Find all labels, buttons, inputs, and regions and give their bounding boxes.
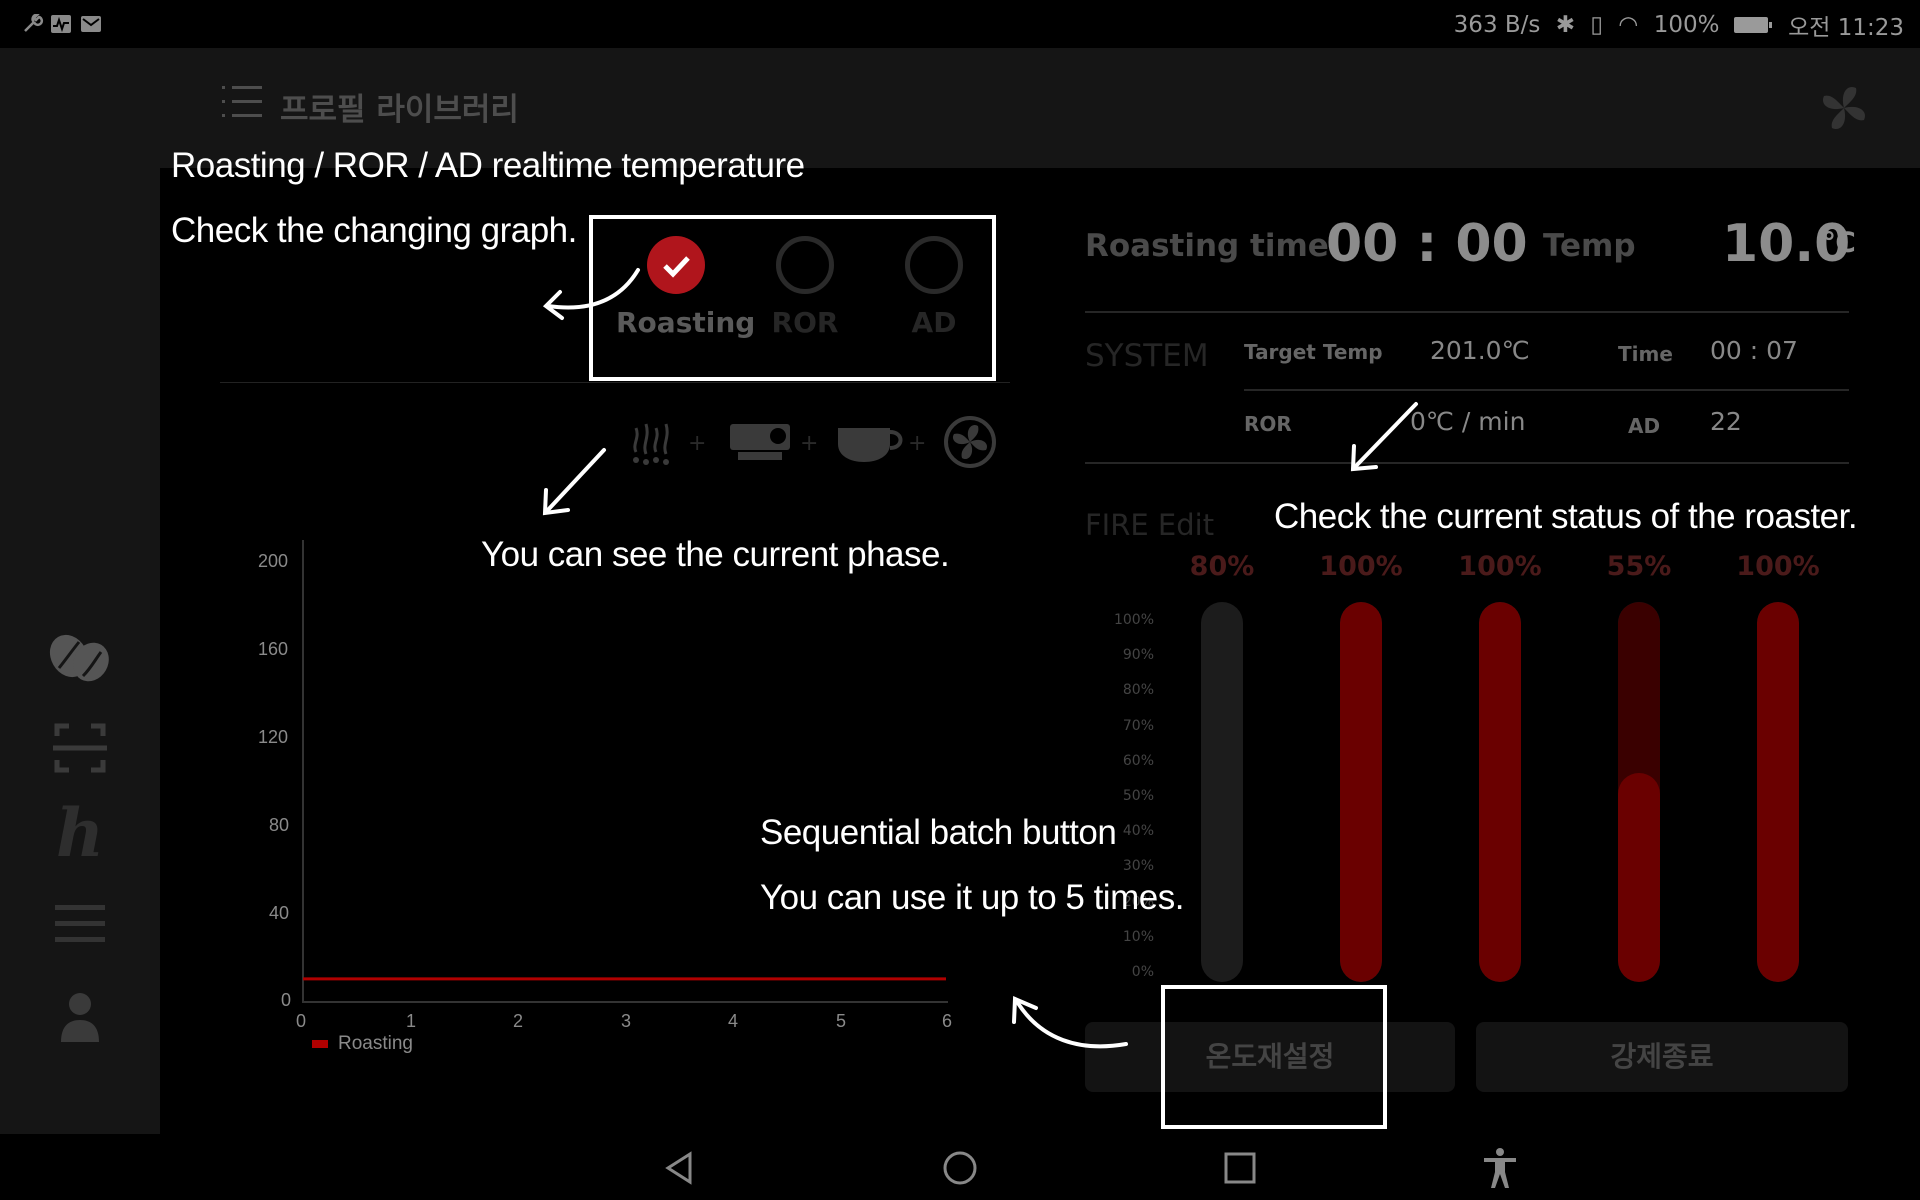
annotation-batch-line2: You can use it up to 5 times. [760, 878, 1184, 917]
fire-scale-label: 90% [1122, 647, 1154, 664]
back-icon[interactable] [658, 1146, 702, 1190]
roasting-time-value: 00 : 00 [1326, 214, 1528, 274]
fire-bar[interactable] [1201, 602, 1243, 982]
recents-icon[interactable] [1218, 1146, 1262, 1190]
system-label: SYSTEM [1085, 338, 1209, 374]
fire-bar-label: 80% [1189, 551, 1255, 582]
divider [1244, 389, 1849, 391]
legend-label: Roasting [338, 1033, 413, 1054]
roasting-time-label: Roasting time [1085, 228, 1329, 264]
fire-scale-label: 10% [1122, 928, 1154, 945]
annotation-batch-line1: Sequential batch button [760, 813, 1117, 852]
fire-bar-fill [1340, 602, 1382, 982]
target-temp-value: 201.0℃ [1430, 336, 1530, 365]
ror-value: 0℃ / min [1410, 407, 1526, 436]
force-stop-button[interactable]: 강제종료 [1476, 1022, 1848, 1092]
ad-value: 22 [1710, 407, 1742, 436]
annotation-status: Check the current status of the roaster. [1274, 497, 1858, 536]
fire-bar[interactable] [1340, 602, 1382, 982]
annotation-graph-line1: Roasting / ROR / AD realtime temperature [171, 146, 805, 185]
divider [1085, 311, 1849, 313]
temp-label: Temp [1543, 228, 1636, 264]
fire-scale-label: 80% [1122, 682, 1154, 699]
fire-scale-label: 100% [1113, 612, 1154, 628]
fire-bar[interactable] [1479, 602, 1521, 982]
fire-bar[interactable] [1757, 602, 1799, 982]
fire-scale-label: 0% [1131, 964, 1154, 980]
annotation-phase: You can see the current phase. [481, 535, 950, 574]
fire-scale-label: 70% [1122, 717, 1154, 734]
fire-scale-label: 60% [1122, 752, 1154, 769]
nav-bar [0, 1134, 1920, 1200]
target-temp-label: Target Temp [1244, 340, 1383, 364]
fire-bar-fill [1479, 602, 1521, 982]
highlight-batch-button [1161, 985, 1387, 1129]
fire-bar-fill [1618, 773, 1660, 982]
fire-bar-label: 100% [1319, 551, 1403, 582]
legend-swatch [312, 1040, 328, 1048]
fire-scale-label: 30% [1122, 858, 1154, 875]
accessibility-icon[interactable] [1478, 1146, 1522, 1190]
highlight-phase-tabs [589, 215, 996, 381]
home-icon[interactable] [938, 1146, 982, 1190]
time-label: Time [1618, 342, 1673, 366]
fire-scale-label: 50% [1122, 788, 1154, 804]
ad-label: AD [1628, 414, 1661, 438]
fire-bar[interactable] [1618, 602, 1660, 982]
fire-bar-fill [1757, 602, 1799, 982]
divider [1085, 462, 1849, 464]
fire-bar-label: 100% [1458, 551, 1542, 582]
fire-edit-label: FIRE Edit [1085, 508, 1215, 542]
ror-label: ROR [1244, 412, 1292, 436]
fire-bar-label: 100% [1736, 551, 1820, 582]
fire-bar-label: 55% [1606, 551, 1672, 582]
annotation-graph-line2: Check the changing graph. [171, 211, 577, 250]
temp-unit: ℃ [1822, 226, 1856, 259]
time-value: 00 : 07 [1710, 336, 1798, 365]
